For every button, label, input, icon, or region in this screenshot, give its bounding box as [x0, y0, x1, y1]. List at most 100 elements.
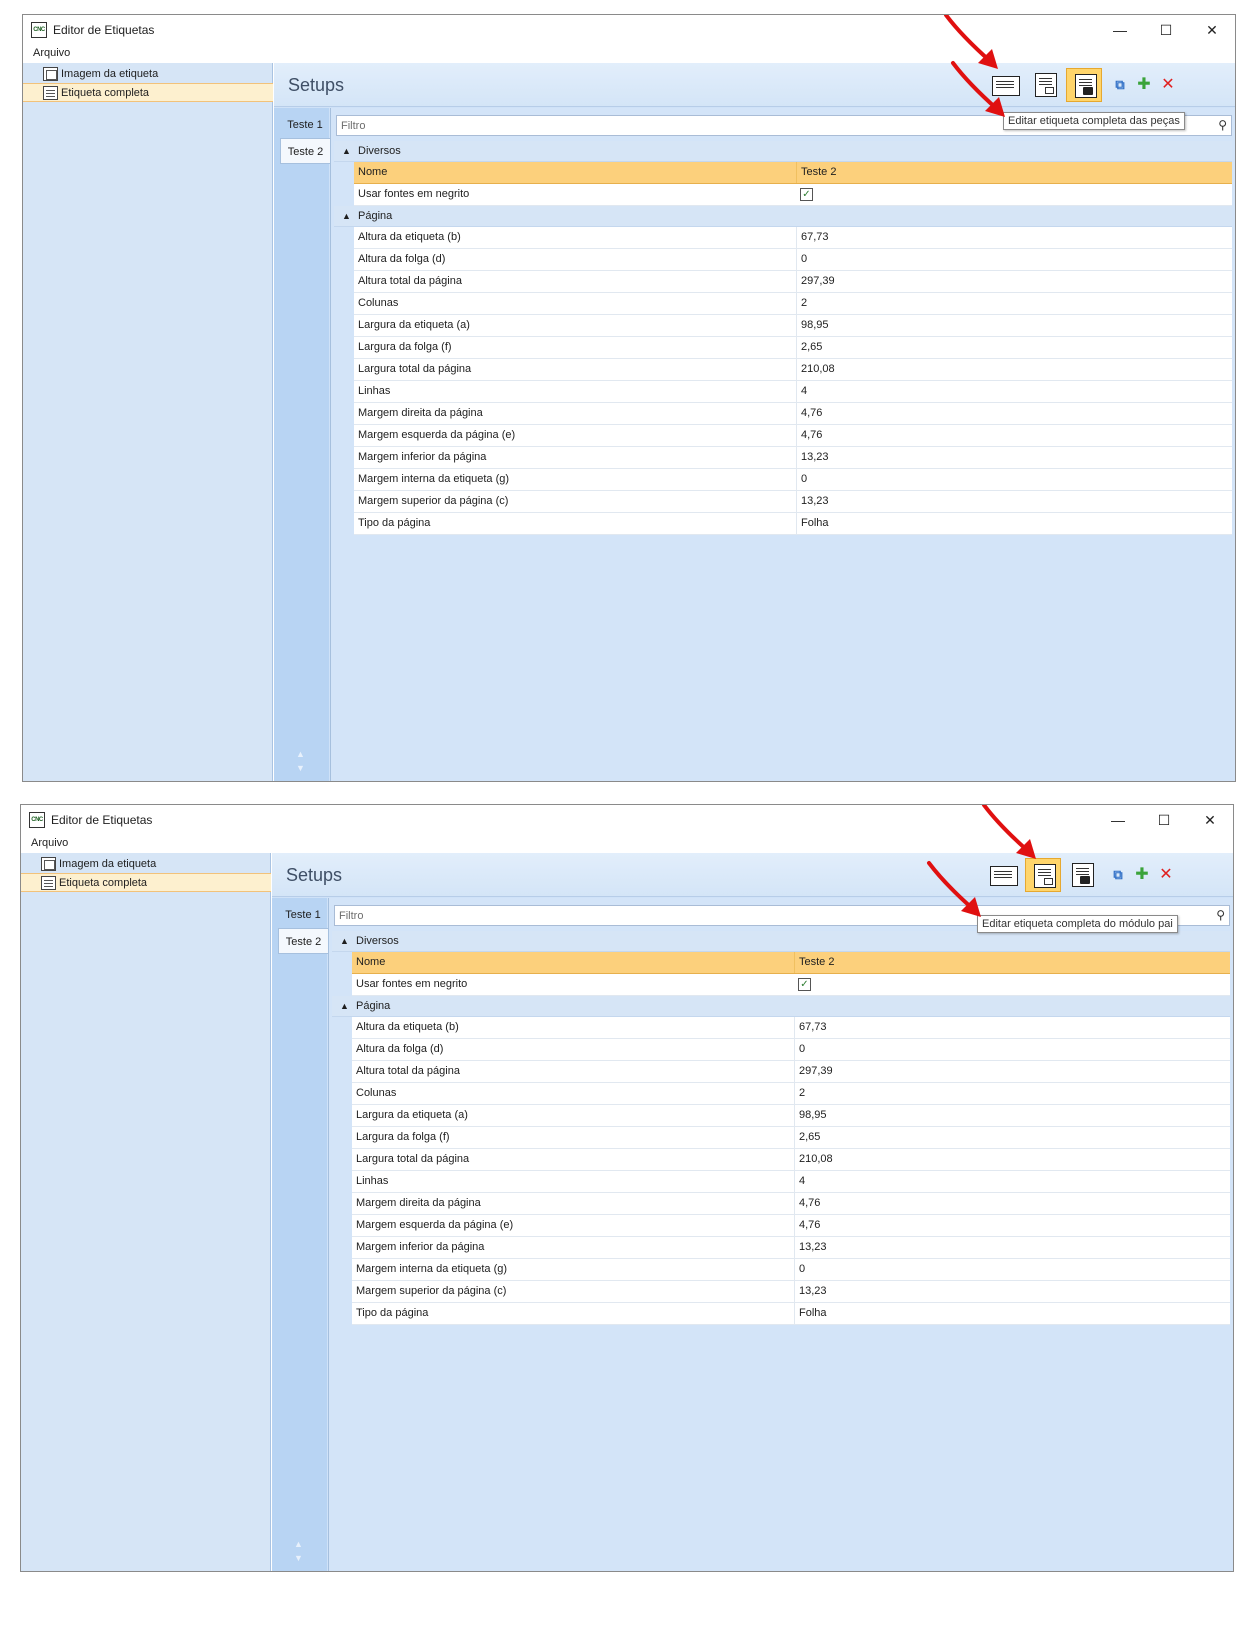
- maximize-button[interactable]: ☐: [1143, 15, 1189, 45]
- close-button[interactable]: ✕: [1189, 15, 1235, 45]
- property-value[interactable]: 0: [796, 249, 1232, 270]
- main-content: Setups ⧉ ✚ ✕ Teste 1 Teste 2 ▲ ▼ Filtro …: [272, 853, 1233, 1571]
- collapse-icon[interactable]: ▲: [340, 996, 349, 1016]
- property-name: Largura total da página: [358, 363, 472, 375]
- edit-full-label-parts-button[interactable]: [1064, 858, 1100, 892]
- property-value[interactable]: 13,23: [796, 491, 1232, 512]
- property-value[interactable]: 0: [794, 1259, 1230, 1280]
- image-label-icon: [41, 857, 56, 871]
- category-label: Página: [356, 1000, 391, 1012]
- property-name: Largura total da página: [356, 1153, 470, 1165]
- property-grid: ▲ Diversos Nome Teste 2 Usar fontes em n…: [332, 931, 1230, 1325]
- property-value[interactable]: 2,65: [794, 1127, 1230, 1148]
- tab-teste-2[interactable]: Teste 2: [280, 138, 330, 164]
- tab-teste-1[interactable]: Teste 1: [280, 112, 330, 138]
- property-name: Altura da folga (d): [358, 253, 446, 265]
- sidebar-item-imagem-etiqueta[interactable]: Imagem da etiqueta: [23, 65, 273, 84]
- bold-fonts-checkbox[interactable]: ✓: [798, 978, 811, 991]
- property-value[interactable]: 0: [794, 1039, 1230, 1060]
- edit-full-label-module-button[interactable]: [1027, 68, 1063, 102]
- close-button[interactable]: ✕: [1187, 805, 1233, 835]
- minimize-button[interactable]: —: [1095, 805, 1141, 835]
- minimize-button[interactable]: —: [1097, 15, 1143, 45]
- delete-icon[interactable]: ✕: [1158, 75, 1178, 95]
- property-row: Linhas 4: [354, 381, 1232, 403]
- property-value[interactable]: 2: [794, 1083, 1230, 1104]
- image-label-icon: [43, 67, 58, 81]
- copy-icon[interactable]: ⧉: [1108, 865, 1128, 885]
- property-value[interactable]: 13,23: [796, 447, 1232, 468]
- category-diversos[interactable]: ▲ Diversos: [334, 141, 1232, 162]
- property-value[interactable]: 13,23: [794, 1237, 1230, 1258]
- property-name: Margem direita da página: [358, 407, 483, 419]
- bold-fonts-checkbox[interactable]: ✓: [800, 188, 813, 201]
- menu-arquivo[interactable]: Arquivo: [33, 47, 70, 59]
- sidebar-item-etiqueta-completa[interactable]: Etiqueta completa: [23, 83, 273, 102]
- search-icon[interactable]: ⚲: [1216, 908, 1225, 922]
- property-value[interactable]: 2: [796, 293, 1232, 314]
- property-row: Margem esquerda da página (e) 4,76: [352, 1215, 1230, 1237]
- search-icon[interactable]: ⚲: [1218, 118, 1227, 132]
- property-value[interactable]: 4,76: [796, 425, 1232, 446]
- property-value[interactable]: 2,65: [796, 337, 1232, 358]
- parts-label-icon: [1072, 863, 1094, 887]
- property-row-bold-fonts: Usar fontes em negrito ✓: [352, 974, 1230, 996]
- maximize-button[interactable]: ☐: [1141, 805, 1187, 835]
- scroll-down-icon[interactable]: ▼: [294, 1553, 303, 1563]
- property-row: Altura total da página 297,39: [354, 271, 1232, 293]
- property-name: Margem inferior da página: [358, 451, 487, 463]
- property-value[interactable]: 4,76: [794, 1215, 1230, 1236]
- property-value[interactable]: 4: [796, 381, 1232, 402]
- scroll-up-icon[interactable]: ▲: [296, 749, 305, 759]
- tab-teste-1[interactable]: Teste 1: [278, 902, 328, 928]
- property-value[interactable]: 4,76: [794, 1193, 1230, 1214]
- collapse-icon[interactable]: ▲: [342, 141, 351, 161]
- property-name: Largura da folga (f): [358, 341, 452, 353]
- sidebar-item-imagem-etiqueta[interactable]: Imagem da etiqueta: [21, 855, 271, 874]
- property-name: Altura da etiqueta (b): [358, 231, 461, 243]
- property-value[interactable]: 67,73: [796, 227, 1232, 248]
- property-name: Usar fontes em negrito: [358, 188, 470, 200]
- collapse-icon[interactable]: ▲: [342, 206, 351, 226]
- property-name: Linhas: [356, 1175, 389, 1187]
- scroll-up-icon[interactable]: ▲: [294, 1539, 303, 1549]
- menu-arquivo[interactable]: Arquivo: [31, 837, 68, 849]
- sidebar-item-etiqueta-completa[interactable]: Etiqueta completa: [21, 873, 271, 892]
- category-pagina[interactable]: ▲ Página: [332, 996, 1230, 1017]
- property-value[interactable]: Folha: [796, 513, 1232, 534]
- property-value[interactable]: 98,95: [794, 1105, 1230, 1126]
- category-diversos[interactable]: ▲ Diversos: [332, 931, 1230, 952]
- scroll-down-icon[interactable]: ▼: [296, 763, 305, 773]
- editor-window: CNC Editor de Etiquetas — ☐ ✕ Arquivo Im…: [22, 14, 1236, 782]
- property-name: Largura da etiqueta (a): [356, 1109, 468, 1121]
- sidebar-item-label: Etiqueta completa: [61, 87, 150, 99]
- tab-teste-2[interactable]: Teste 2: [278, 928, 328, 954]
- editor-window: CNC Editor de Etiquetas — ☐ ✕ Arquivo Im…: [20, 804, 1234, 1572]
- property-value[interactable]: 98,95: [796, 315, 1232, 336]
- collapse-icon[interactable]: ▲: [340, 931, 349, 951]
- property-row: Altura da etiqueta (b) 67,73: [352, 1017, 1230, 1039]
- content-header: Setups ⧉ ✚ ✕: [272, 853, 1233, 897]
- property-value[interactable]: 210,08: [794, 1149, 1230, 1170]
- property-value[interactable]: 67,73: [794, 1017, 1230, 1038]
- category-pagina[interactable]: ▲ Página: [334, 206, 1232, 227]
- pagina-rows: Altura da etiqueta (b) 67,73 Altura da fol…: [332, 1017, 1230, 1325]
- property-value[interactable]: 297,39: [794, 1061, 1230, 1082]
- property-row: Margem esquerda da página (e) 4,76: [354, 425, 1232, 447]
- property-value[interactable]: 297,39: [796, 271, 1232, 292]
- edit-full-label-parts-button[interactable]: [1066, 68, 1102, 102]
- add-icon[interactable]: ✚: [1132, 865, 1152, 885]
- property-value[interactable]: Folha: [794, 1303, 1230, 1324]
- property-row: Margem inferior da página 13,23: [354, 447, 1232, 469]
- property-value[interactable]: 4,76: [796, 403, 1232, 424]
- property-value[interactable]: 210,08: [796, 359, 1232, 380]
- property-value[interactable]: 13,23: [794, 1281, 1230, 1302]
- property-name: Margem superior da página (c): [356, 1285, 507, 1297]
- add-icon[interactable]: ✚: [1134, 75, 1154, 95]
- delete-icon[interactable]: ✕: [1156, 865, 1176, 885]
- copy-icon[interactable]: ⧉: [1110, 75, 1130, 95]
- property-row: Linhas 4: [352, 1171, 1230, 1193]
- property-value[interactable]: 0: [796, 469, 1232, 490]
- property-value[interactable]: 4: [794, 1171, 1230, 1192]
- property-row: Largura da folga (f) 2,65: [352, 1127, 1230, 1149]
